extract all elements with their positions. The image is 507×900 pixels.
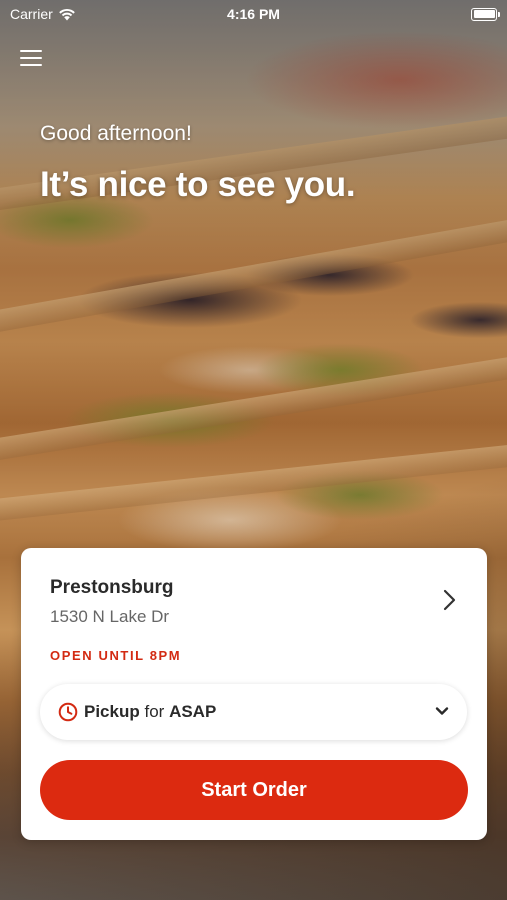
food-photo-detail	[0, 348, 507, 464]
hamburger-menu-icon[interactable]	[20, 48, 42, 68]
menu-line	[20, 50, 42, 52]
order-connector: for	[144, 702, 165, 721]
menu-line	[20, 64, 42, 66]
store-address[interactable]: 1530 N Lake Dr	[50, 607, 169, 627]
order-time: ASAP	[169, 702, 217, 721]
battery-level	[473, 10, 495, 18]
start-order-button[interactable]: Start Order	[40, 760, 468, 820]
food-photo-detail	[0, 210, 507, 336]
menu-line	[20, 57, 42, 59]
battery-icon	[471, 7, 500, 21]
chevron-right-icon[interactable]	[439, 588, 459, 612]
order-mode-selector[interactable]: Pickup for ASAP	[40, 684, 467, 740]
status-bar: Carrier 4:16 PM	[0, 0, 507, 28]
chevron-down-icon[interactable]	[435, 704, 449, 718]
status-time: 4:16 PM	[227, 6, 280, 22]
food-photo-detail	[0, 438, 507, 524]
greeting-text: Good afternoon!	[40, 122, 192, 145]
clock-icon	[58, 702, 78, 722]
order-method: Pickup	[84, 702, 140, 721]
store-name[interactable]: Prestonsburg	[50, 577, 174, 599]
order-mode-text: Pickup for ASAP	[84, 702, 216, 722]
welcome-headline: It’s nice to see you.	[40, 165, 356, 204]
store-card: Prestonsburg 1530 N Lake Dr OPEN UNTIL 8…	[21, 548, 487, 840]
store-hours-badge: OPEN UNTIL 8PM	[50, 648, 182, 663]
